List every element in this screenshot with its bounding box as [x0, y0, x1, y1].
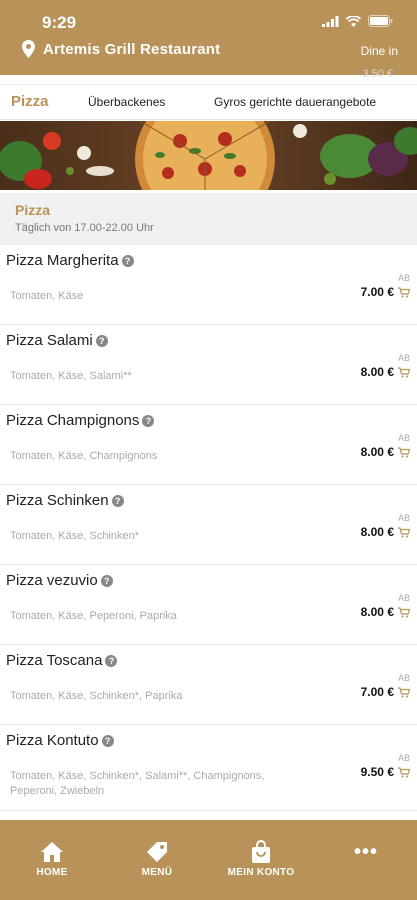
menu-item-description: Tomaten, Käse, Champignons — [10, 450, 158, 462]
tab-pizza[interactable]: Pizza — [11, 93, 49, 110]
cart-icon[interactable] — [398, 446, 410, 458]
menu-item-description: Tomaten, Käse, Schinken*, Salami**, Cham… — [10, 770, 265, 797]
menu-item-list: Pizza Margherita? Tomaten, Käse AB 7.00 … — [0, 245, 417, 811]
price-prefix: AB — [397, 433, 410, 443]
info-icon[interactable]: ? — [121, 254, 134, 267]
menu-item-price: 8.00 € — [360, 525, 394, 539]
tab-gyros-dauerangebote[interactable]: Gyros gerichte dauerangebote — [214, 95, 376, 109]
menu-item[interactable]: Pizza vezuvio? Tomaten, Käse, Peperoni, … — [0, 565, 417, 645]
restaurant-name: Artemis Grill Restaurant — [43, 40, 221, 58]
price-prefix: AB — [397, 353, 410, 363]
nav-home-label: HOME — [36, 867, 68, 878]
signal-icon — [322, 15, 339, 27]
restaurant-selector[interactable]: Artemis Grill Restaurant — [22, 40, 220, 58]
menu-item-name: Pizza Kontuto — [6, 732, 99, 749]
category-hours: Täglich von 17.00-22.00 Uhr — [15, 222, 154, 234]
menu-item-name: Pizza Toscana — [6, 652, 103, 669]
category-tabs: Pizza Überbackenes Gyros gerichte dauera… — [0, 84, 417, 120]
cart-icon[interactable] — [398, 286, 410, 298]
cart-icon[interactable] — [398, 686, 410, 698]
menu-item-name: Pizza Schinken — [6, 492, 109, 509]
menu-item-description: Tomaten, Käse, Schinken*, Paprika — [10, 690, 183, 702]
menu-item[interactable]: Pizza Salami? Tomaten, Käse, Salami** AB… — [0, 325, 417, 405]
wifi-icon — [346, 15, 361, 27]
nav-more[interactable]: ••• — [348, 840, 384, 864]
nav-home[interactable]: HOME — [34, 840, 70, 878]
scrolled-price-remnant: 3.50 € — [362, 68, 393, 80]
info-icon[interactable]: ? — [100, 574, 113, 587]
app-header: 9:29 Artemis Grill Restaurant Dine in — [0, 0, 417, 75]
cart-icon[interactable] — [398, 766, 410, 778]
tag-icon — [147, 842, 167, 862]
location-pin-icon — [22, 40, 35, 58]
menu-item[interactable]: Pizza Toscana? Tomaten, Käse, Schinken*,… — [0, 645, 417, 725]
status-icons — [322, 15, 393, 27]
category-header: Pizza Täglich von 17.00-22.00 Uhr — [0, 193, 417, 245]
bag-icon — [252, 840, 270, 863]
nav-my-account-label: MEIN KONTO — [227, 867, 295, 878]
bottom-navigation: HOME MENÜ MEIN KONTO ••• — [0, 820, 417, 900]
menu-item-price: 7.00 € — [360, 285, 394, 299]
menu-item[interactable]: Pizza Champignons? Tomaten, Käse, Champi… — [0, 405, 417, 485]
menu-item-name: Pizza Salami — [6, 332, 93, 349]
cart-icon[interactable] — [398, 606, 410, 618]
cart-icon[interactable] — [398, 526, 410, 538]
menu-item-price: 7.00 € — [360, 685, 394, 699]
info-icon[interactable]: ? — [95, 334, 108, 347]
menu-item-name: Pizza Champignons — [6, 412, 140, 429]
nav-menu[interactable]: MENÜ — [134, 840, 180, 878]
info-icon[interactable]: ? — [111, 494, 124, 507]
nav-my-account[interactable]: MEIN KONTO — [222, 840, 300, 878]
menu-item[interactable]: Pizza Kontuto? Tomaten, Käse, Schinken*,… — [0, 725, 417, 811]
menu-item-description: Tomaten, Käse — [10, 290, 84, 302]
menu-item-price: 8.00 € — [360, 445, 394, 459]
price-prefix: AB — [397, 513, 410, 523]
category-title: Pizza — [15, 202, 51, 218]
more-icon: ••• — [353, 841, 378, 863]
menu-item-description: Tomaten, Käse, Schinken* — [10, 530, 140, 542]
price-prefix: AB — [397, 753, 410, 763]
menu-item-description: Tomaten, Käse, Salami** — [10, 370, 132, 382]
menu-item-name: Pizza Margherita — [6, 252, 119, 269]
menu-item-price: 9.50 € — [360, 765, 394, 779]
menu-item-name: Pizza vezuvio — [6, 572, 98, 589]
info-icon[interactable]: ? — [142, 414, 155, 427]
nav-menu-label: MENÜ — [141, 867, 173, 878]
menu-item-description: Tomaten, Käse, Peperoni, Paprika — [10, 610, 177, 622]
tab-ueberbackenes[interactable]: Überbackenes — [88, 95, 165, 109]
menu-item[interactable]: Pizza Margherita? Tomaten, Käse AB 7.00 … — [0, 245, 417, 325]
menu-item-price: 8.00 € — [360, 605, 394, 619]
price-prefix: AB — [397, 273, 410, 283]
status-time: 9:29 — [42, 13, 77, 32]
menu-item[interactable]: Pizza Schinken? Tomaten, Käse, Schinken*… — [0, 485, 417, 565]
cart-icon[interactable] — [398, 366, 410, 378]
battery-icon — [368, 15, 393, 27]
info-icon[interactable]: ? — [105, 654, 118, 667]
pizza-banner-image — [0, 121, 417, 190]
price-prefix: AB — [397, 673, 410, 683]
dine-in-toggle[interactable]: Dine in — [361, 44, 398, 58]
home-icon — [41, 842, 63, 862]
info-icon[interactable]: ? — [101, 734, 114, 747]
menu-item-price: 8.00 € — [360, 365, 394, 379]
price-prefix: AB — [397, 593, 410, 603]
